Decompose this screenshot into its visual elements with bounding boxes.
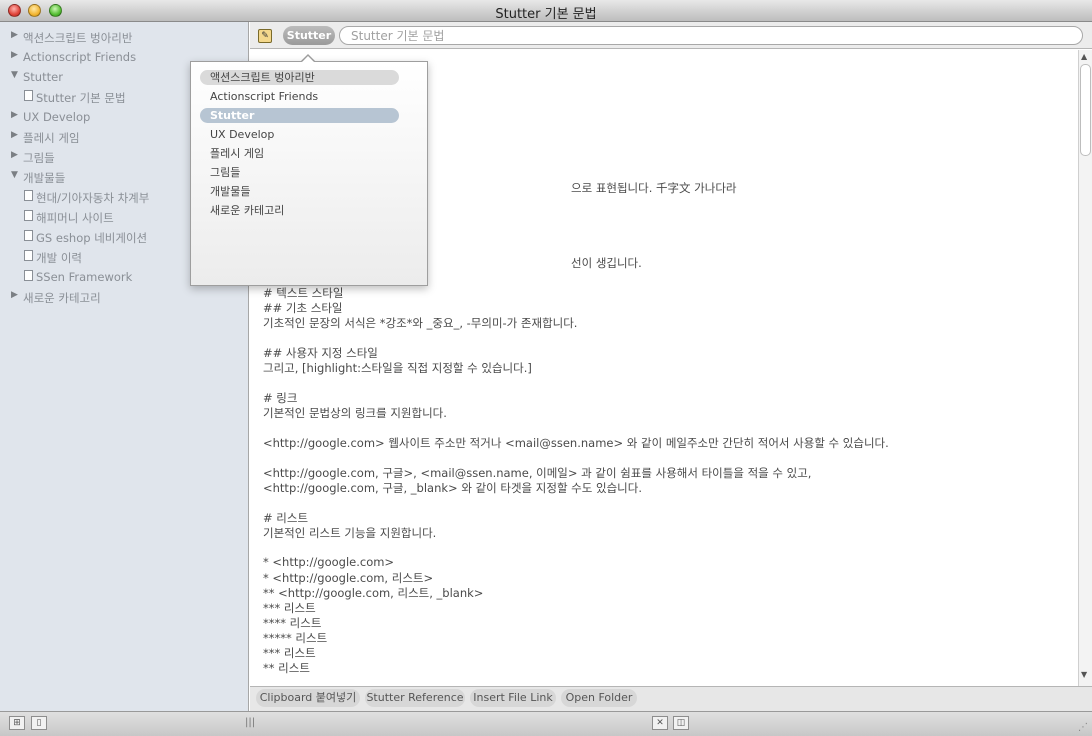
category-button[interactable]: Stutter [283, 26, 335, 45]
popup-item-pictures[interactable]: 그림들 [200, 165, 399, 180]
disclosure-triangle-icon[interactable]: ▶ [11, 50, 18, 60]
popup-item-actionscript-friends[interactable]: Actionscript Friends [200, 89, 399, 104]
editor-line: 기본적인 문법상의 링크를 지원합니다. [263, 406, 447, 420]
disclosure-triangle-icon[interactable]: ▼ [11, 170, 18, 180]
title-bar: Stutter 기본 문법 [0, 0, 1092, 22]
editor-line: # 텍스트 스타일 [263, 286, 344, 300]
add-document-button[interactable]: ▯ [31, 716, 47, 730]
editor-line: # 리스트 [263, 511, 309, 525]
scroll-down-arrow-icon[interactable]: ▼ [1081, 670, 1087, 679]
editor-line: 그리고, [highlight:스타일을 직접 지정할 수 있습니다.] [263, 361, 532, 375]
sidebar-item-actionscript-class[interactable]: ▶ 액션스크립트 벙아리반 [0, 28, 249, 46]
editor-line: ## 사용자 지정 스타일 [263, 346, 378, 360]
insert-file-link-button[interactable]: Insert File Link [470, 689, 556, 707]
editor-line: <http://google.com, 구글, _blank> 와 같이 타겟을… [263, 481, 642, 495]
disclosure-triangle-icon[interactable]: ▶ [11, 290, 18, 300]
open-folder-button[interactable]: Open Folder [561, 689, 637, 707]
editor-line: 으로 표현됩니다. 千字文 가나다라 [571, 181, 737, 195]
window-title: Stutter 기본 문법 [495, 7, 597, 22]
document-title-field[interactable] [339, 26, 1083, 45]
scrollbar-thumb[interactable] [1080, 64, 1091, 156]
editor-line: ***** 리스트 [263, 631, 328, 645]
document-icon [24, 270, 33, 281]
disclosure-triangle-icon[interactable]: ▶ [11, 130, 18, 140]
document-icon [24, 190, 33, 201]
popup-item-stutter[interactable]: Stutter [200, 108, 399, 123]
editor-line: ** <http://google.com, 리스트, _blank> [263, 586, 484, 600]
disclosure-triangle-icon[interactable]: ▶ [11, 110, 18, 120]
document-icon [24, 210, 33, 221]
document-icon [24, 230, 33, 241]
editor-line: 기초적인 문장의 서식은 *강조*와 _중요_, -무의미-가 존재합니다. [263, 316, 578, 330]
editor-line: ** 리스트 [263, 661, 310, 675]
editor-line: * <http://google.com, 리스트> [263, 571, 434, 585]
editor-line: <http://google.com, 구글>, <mail@ssen.name… [263, 466, 812, 480]
resize-grip-icon[interactable]: ⋰ [1078, 722, 1088, 733]
document-settings-icon[interactable]: ✎ [258, 29, 272, 43]
delete-button[interactable]: ✕ [652, 716, 668, 730]
status-bar [0, 711, 1092, 736]
document-icon [24, 250, 33, 261]
popup-item-new-category[interactable]: 새로운 카테고리 [200, 203, 399, 218]
sidebar-item-new-category[interactable]: ▶ 새로운 카테고리 [0, 288, 249, 306]
editor-vertical-scrollbar[interactable]: ▲ ▼ [1078, 50, 1092, 686]
popup-item-ux-develop[interactable]: UX Develop [200, 127, 399, 142]
editor-line: 기본적인 리스트 기능을 지원합니다. [263, 526, 437, 540]
preview-button[interactable]: ◫ [673, 716, 689, 730]
disclosure-triangle-icon[interactable]: ▼ [11, 70, 18, 80]
scroll-up-arrow-icon[interactable]: ▲ [1081, 52, 1087, 61]
editor-line: <http://google.com> 웹사이트 주소만 적거나 <mail@s… [263, 436, 889, 450]
popup-arrow-inner [302, 56, 314, 62]
document-icon [24, 90, 33, 101]
disclosure-triangle-icon[interactable]: ▶ [11, 30, 18, 40]
editor-line: *** 리스트 [263, 646, 316, 660]
disclosure-triangle-icon[interactable]: ▶ [11, 150, 18, 160]
editor-line: 선이 생깁니다. [571, 256, 642, 270]
editor-line: ## 기초 스타일 [263, 301, 343, 315]
editor-line: * <http://google.com> [263, 555, 395, 569]
splitter-grip-icon[interactable]: ||| [245, 717, 255, 728]
clipboard-paste-button[interactable]: Clipboard 붙여넣기 [256, 689, 360, 707]
add-folder-button[interactable]: ⊞ [9, 716, 25, 730]
stutter-reference-button[interactable]: Stutter Reference [365, 689, 465, 707]
editor-line: # 링크 [263, 391, 298, 405]
editor-line: **** 리스트 [263, 616, 322, 630]
popup-item-dev-works[interactable]: 개발물들 [200, 184, 399, 199]
popup-item-flash-game[interactable]: 플레시 게임 [200, 146, 399, 161]
editor-line: *** 리스트 [263, 601, 316, 615]
popup-item-actionscript-class[interactable]: 액션스크립트 벙아리반 [200, 70, 399, 85]
